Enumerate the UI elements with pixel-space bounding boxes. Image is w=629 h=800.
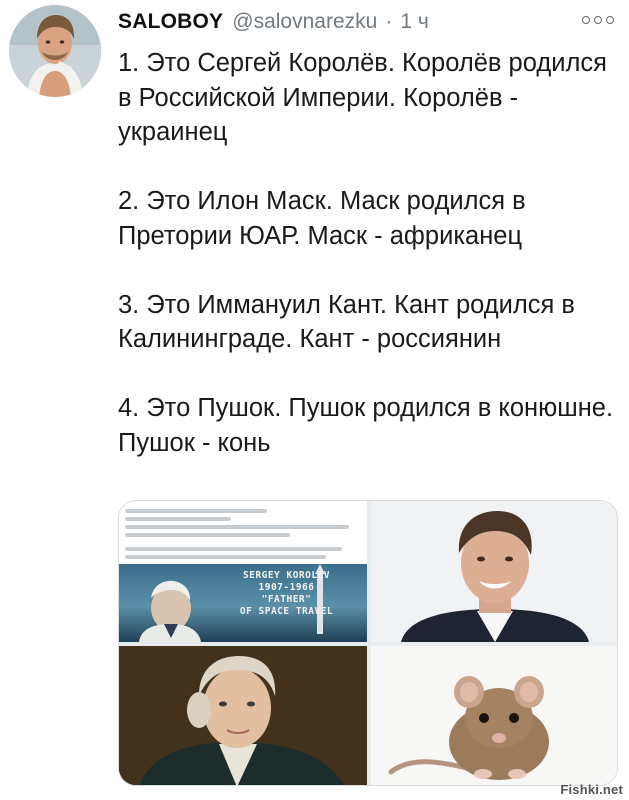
musk-portrait [371, 501, 617, 642]
mouse-photo [371, 646, 617, 785]
kant-portrait [119, 646, 367, 785]
korolev-banner-text: SERGEY KOROLEV 1907-1966 "FATHER" OF SPA… [239, 570, 334, 617]
korolev-banner: SERGEY KOROLEV 1907-1966 "FATHER" OF SPA… [119, 564, 367, 642]
tweet-paragraph: 4. Это Пушок. Пушок родился в конюшне. П… [118, 394, 614, 457]
avatar-image [9, 5, 101, 97]
media-korolev[interactable]: SERGEY KOROLEV 1907-1966 "FATHER" OF SPA… [119, 501, 367, 642]
display-name[interactable]: SALOBOY [118, 10, 223, 34]
tweet-paragraph: 3. Это Иммануил Кант. Кант родился в Кал… [118, 290, 575, 354]
media-kant[interactable] [119, 646, 367, 785]
media-grid: SERGEY KOROLEV 1907-1966 "FATHER" OF SPA… [118, 500, 618, 786]
user-handle[interactable]: @salovnarezku [232, 10, 377, 34]
more-options-button[interactable] [582, 12, 614, 28]
media-mouse[interactable] [371, 646, 617, 785]
timestamp[interactable]: 1 ч [400, 10, 428, 34]
tweet-paragraph: 2. Это Илон Маск. Маск родился в Претори… [118, 187, 526, 250]
more-horizontal-icon [582, 16, 590, 24]
avatar[interactable] [9, 5, 101, 97]
embedded-tweet-text [125, 505, 361, 563]
tweet-card: SALOBOY @salovnarezku · 1 ч 1. Это Серге… [0, 0, 629, 800]
tweet-paragraph: 1. Это Сергей Королёв. Королёв родился в… [118, 49, 607, 146]
media-musk[interactable] [371, 501, 617, 642]
more-horizontal-icon [606, 16, 614, 24]
watermark: Fishki.net [560, 782, 623, 797]
tweet-text: 1. Это Сергей Королёв. Королёв родился в… [118, 46, 618, 495]
separator-dot: · [385, 10, 393, 33]
more-horizontal-icon [594, 16, 602, 24]
tweet-header: SALOBOY @salovnarezku · 1 ч [118, 10, 429, 38]
